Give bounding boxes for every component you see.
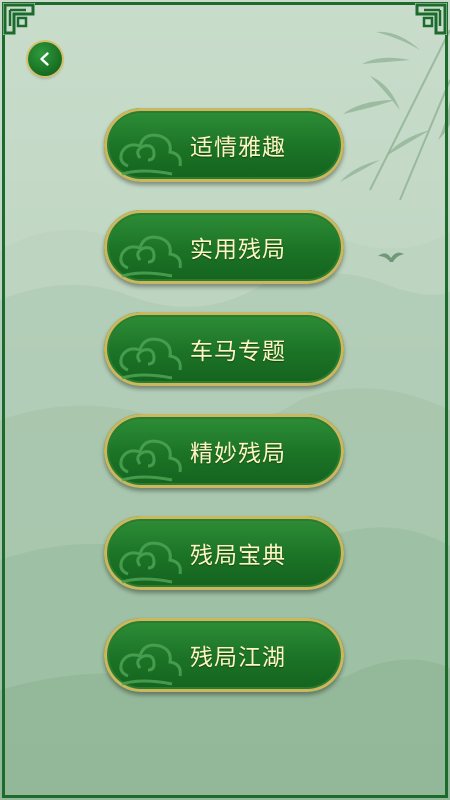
menu-button-label: 残局宝典 bbox=[190, 543, 286, 569]
menu-button-chariot-horse[interactable]: 车马专题 bbox=[104, 312, 344, 386]
menu-button-ingenious-endgames[interactable]: 精妙残局 bbox=[104, 414, 344, 488]
menu-button-label: 实用残局 bbox=[190, 237, 286, 263]
menu-button-label: 残局江湖 bbox=[190, 645, 286, 671]
menu-button-leisure[interactable]: 适情雅趣 bbox=[104, 108, 344, 182]
back-button[interactable] bbox=[28, 42, 62, 76]
bird-decoration bbox=[378, 252, 404, 262]
menu-button-endgame-jianghu[interactable]: 残局江湖 bbox=[104, 618, 344, 692]
menu-button-label: 精妙残局 bbox=[190, 441, 286, 467]
menu-button-label: 适情雅趣 bbox=[190, 135, 286, 161]
menu-button-label: 车马专题 bbox=[190, 339, 286, 365]
screen: 适情雅趣 实用残局 车马专题 精妙残局 残局宝典 残局江湖 bbox=[0, 0, 450, 800]
menu-button-practical-endgames[interactable]: 实用残局 bbox=[104, 210, 344, 284]
menu-button-endgame-treasury[interactable]: 残局宝典 bbox=[104, 516, 344, 590]
corner-ornament bbox=[415, 3, 447, 35]
chevron-left-icon bbox=[40, 52, 49, 66]
corner-ornament bbox=[3, 3, 35, 35]
